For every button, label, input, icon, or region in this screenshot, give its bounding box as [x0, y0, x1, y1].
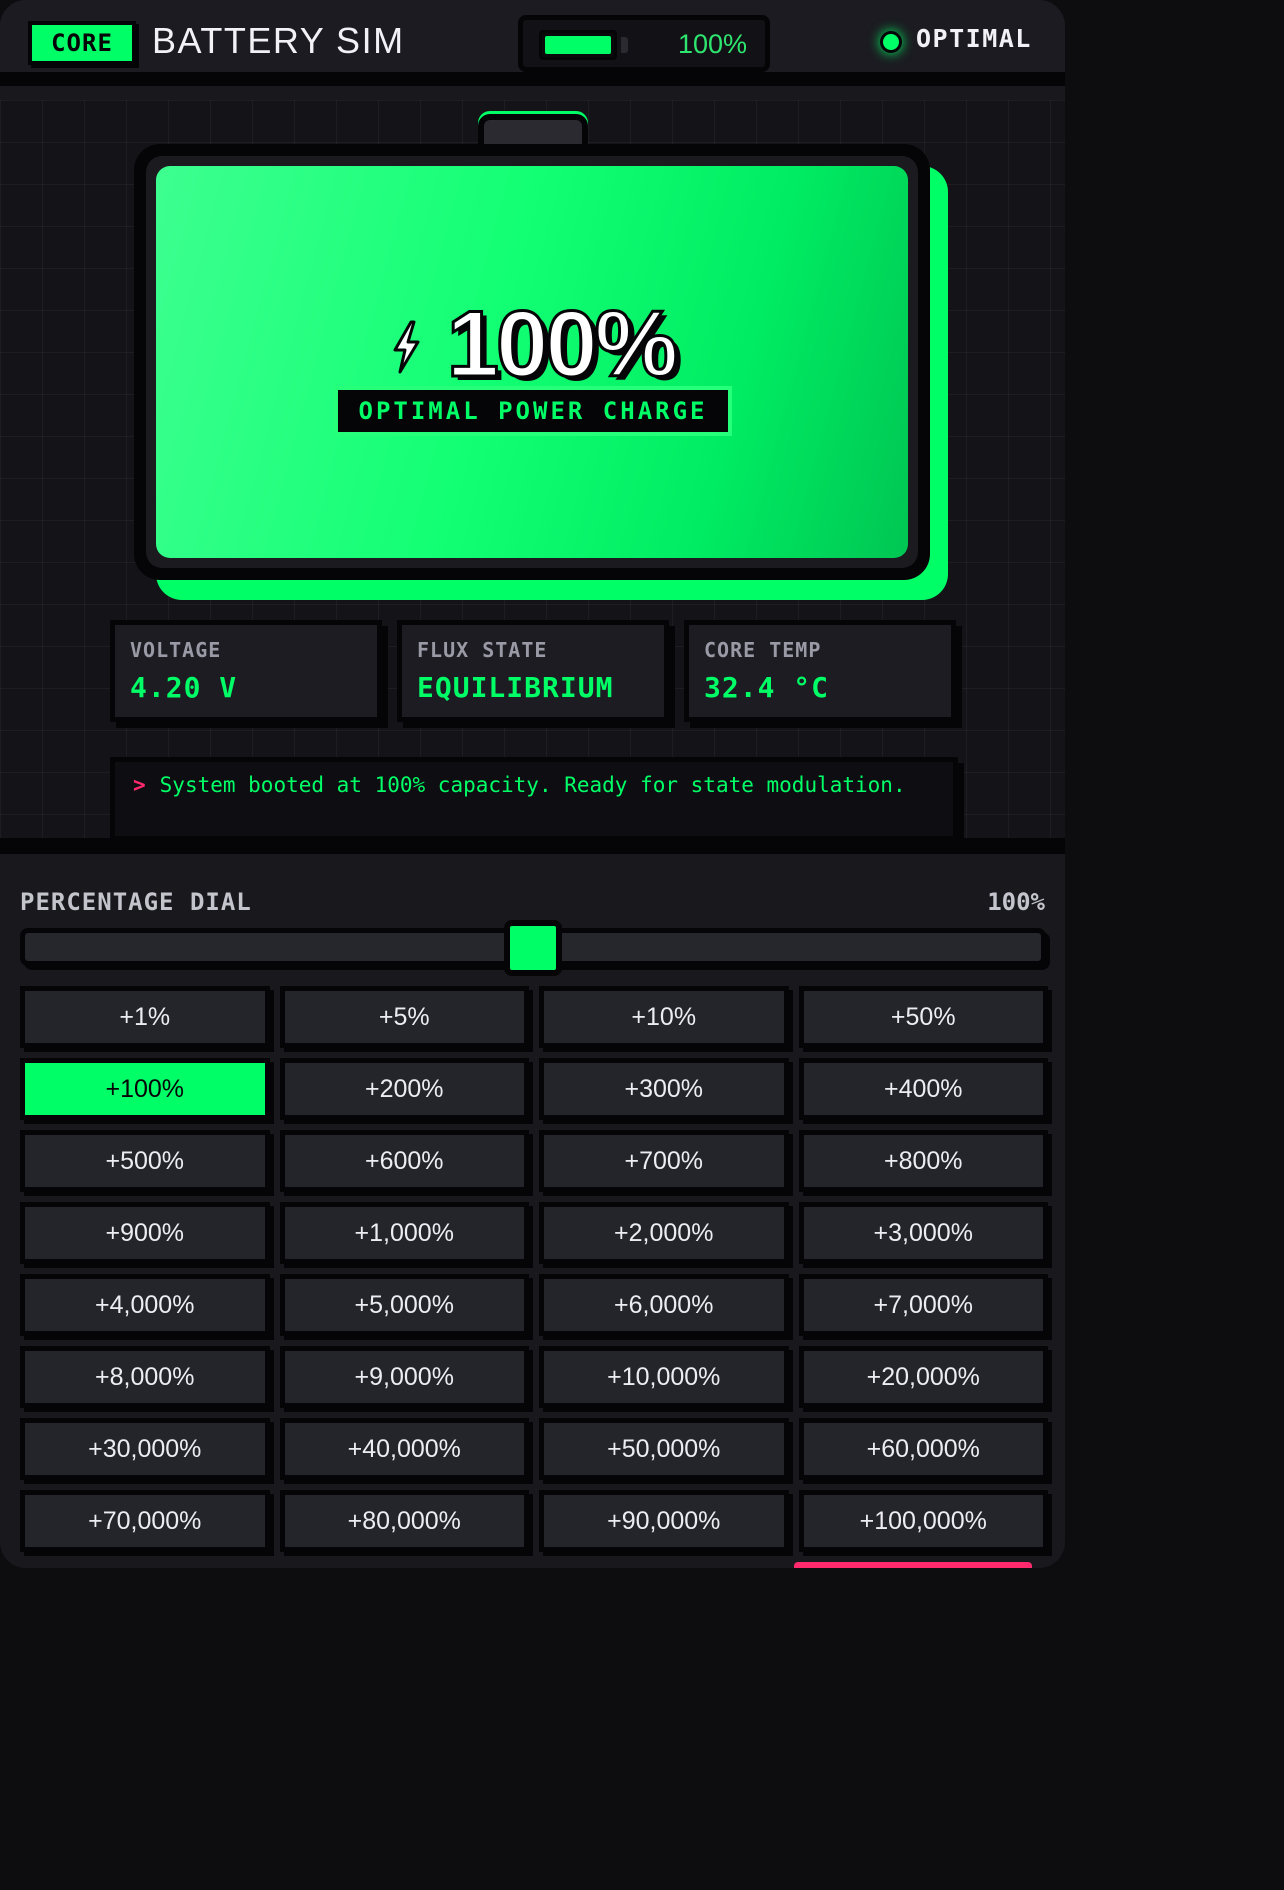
increment-button[interactable]: +100,000% [798, 1490, 1048, 1552]
increment-button[interactable]: +60,000% [798, 1418, 1048, 1480]
stat-value: 32.4 °C [704, 671, 830, 704]
mini-battery-percent: 100% [677, 29, 747, 59]
increment-button[interactable]: +10% [539, 986, 789, 1048]
mini-battery-icon [539, 30, 617, 60]
increment-button[interactable]: +900% [20, 1202, 270, 1264]
slider-thumb[interactable] [504, 920, 562, 976]
stat-value: 4.20 V [130, 671, 238, 704]
battery-stage: 100% OPTIMAL POWER CHARGE VOLTAGE 4.20 V… [0, 100, 1065, 854]
increment-button[interactable]: +5,000% [279, 1274, 529, 1336]
increment-button[interactable]: +10,000% [539, 1346, 789, 1408]
charge-readout: 100% [134, 290, 930, 398]
increment-button[interactable]: +700% [539, 1130, 789, 1192]
increment-button[interactable]: +1% [20, 986, 270, 1048]
console-message: System booted at 100% capacity. Ready fo… [159, 773, 906, 797]
console-prompt: > [133, 773, 146, 797]
stat-label: VOLTAGE [130, 638, 222, 662]
increment-button[interactable]: +90,000% [539, 1490, 789, 1552]
charge-state-label: OPTIMAL POWER CHARGE [334, 386, 732, 436]
stat-card-core-temp: CORE TEMP 32.4 °C [684, 620, 956, 722]
dial-value: 100% [987, 888, 1045, 916]
increment-button[interactable]: +50,000% [539, 1418, 789, 1480]
lightning-bolt-icon [393, 320, 420, 374]
system-console: > System booted at 100% capacity. Ready … [110, 757, 958, 841]
increment-button[interactable]: +3,000% [798, 1202, 1048, 1264]
increment-button[interactable]: +500% [20, 1130, 270, 1192]
percentage-dial-slider[interactable] [20, 920, 1046, 976]
app-header: CORE BATTERY SIM 100% OPTIMAL [0, 0, 1065, 86]
mini-battery-indicator: 100% [518, 15, 770, 72]
increment-button[interactable]: +100% [20, 1058, 270, 1120]
mini-battery-fill [545, 36, 611, 54]
status-text: OPTIMAL [916, 24, 1032, 53]
increment-button[interactable]: +6,000% [539, 1274, 789, 1336]
increment-button[interactable]: +200% [279, 1058, 529, 1120]
increment-button[interactable]: +4,000% [20, 1274, 270, 1336]
control-panel: PERCENTAGE DIAL 100% +1% +5% +10% +50% +100%… [0, 870, 1065, 1568]
increment-button[interactable]: +8,000% [20, 1346, 270, 1408]
app-title: BATTERY SIM [152, 20, 405, 61]
increment-button[interactable]: +20,000% [798, 1346, 1048, 1408]
increment-button[interactable]: +50% [798, 986, 1048, 1048]
increment-button[interactable]: +1,000% [279, 1202, 529, 1264]
increment-button[interactable]: +600% [279, 1130, 529, 1192]
increment-button[interactable]: +70,000% [20, 1490, 270, 1552]
charge-percent: 100% [445, 290, 679, 398]
increment-button[interactable]: +400% [798, 1058, 1048, 1120]
battery-sim-app: CORE BATTERY SIM 100% OPTIMAL 100% OPTIM… [0, 0, 1065, 1568]
increment-button[interactable]: +30,000% [20, 1418, 270, 1480]
increment-button[interactable]: +40,000% [279, 1418, 529, 1480]
increment-button-grid: +1% +5% +10% +50% +100% +200% +300% +400% +500% +… [20, 986, 1048, 1552]
stat-card-flux-state: FLUX STATE EQUILIBRIUM [397, 620, 669, 722]
stat-card-voltage: VOLTAGE 4.20 V [110, 620, 382, 722]
increment-button[interactable]: +7,000% [798, 1274, 1048, 1336]
core-badge: CORE [28, 21, 136, 65]
increment-button[interactable]: +9,000% [279, 1346, 529, 1408]
status-dot-icon [880, 31, 902, 53]
increment-button[interactable]: +300% [539, 1058, 789, 1120]
increment-button[interactable]: +5% [279, 986, 529, 1048]
increment-button[interactable]: +80,000% [279, 1490, 529, 1552]
dial-label: PERCENTAGE DIAL [20, 888, 252, 916]
mini-battery-terminal [621, 37, 628, 53]
increment-button[interactable]: +2,000% [539, 1202, 789, 1264]
stat-label: FLUX STATE [417, 638, 548, 662]
increment-button[interactable]: +800% [798, 1130, 1048, 1192]
battery-body: 100% OPTIMAL POWER CHARGE [134, 144, 930, 580]
stat-value: EQUILIBRIUM [417, 671, 614, 704]
stat-label: CORE TEMP [704, 638, 822, 662]
overflow-button-edge[interactable] [794, 1562, 1032, 1568]
